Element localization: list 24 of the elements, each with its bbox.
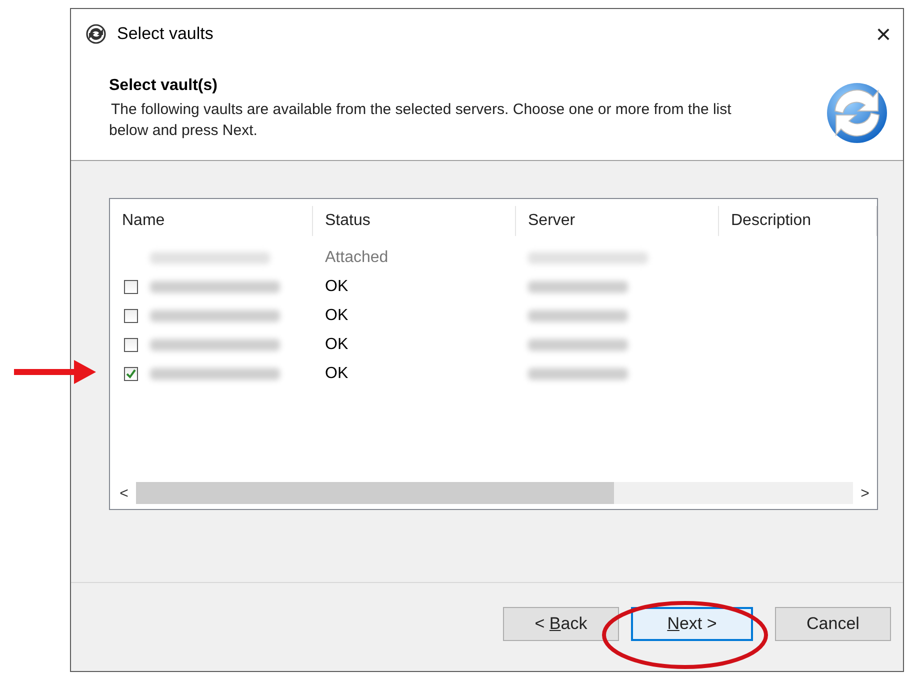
checkbox[interactable]	[124, 366, 138, 380]
checkbox[interactable]	[124, 308, 138, 322]
page-title: Select vault(s)	[109, 77, 218, 95]
page-description: The following vaults are available from the selected servers. Choose one or more from the list below and press Next.	[109, 100, 732, 141]
column-header[interactable]: Name	[110, 206, 313, 236]
window-title: Select vaults	[117, 24, 214, 44]
scroll-right-button[interactable]: >	[857, 484, 873, 502]
scrollbar-thumb[interactable]	[136, 482, 614, 504]
sync-icon	[85, 23, 107, 45]
next-button[interactable]: Next >	[631, 607, 753, 641]
status-cell-text: Attached	[324, 248, 390, 266]
close-button[interactable]: ×	[876, 21, 891, 47]
column-header[interactable]: Server	[516, 206, 719, 236]
column-header[interactable]: Description	[719, 206, 877, 236]
cancel-button[interactable]: Cancel	[775, 607, 891, 641]
status-cell-text: OK	[324, 306, 350, 324]
scroll-left-button[interactable]: <	[116, 484, 132, 502]
checkbox[interactable]	[124, 338, 138, 352]
column-header[interactable]: Status	[313, 206, 516, 236]
status-cell-text: OK	[324, 336, 350, 354]
status-cell-text: OK	[324, 364, 350, 382]
status-cell-text: OK	[324, 278, 350, 296]
back-button[interactable]: < Back	[503, 607, 619, 641]
checkbox[interactable]	[124, 280, 138, 294]
